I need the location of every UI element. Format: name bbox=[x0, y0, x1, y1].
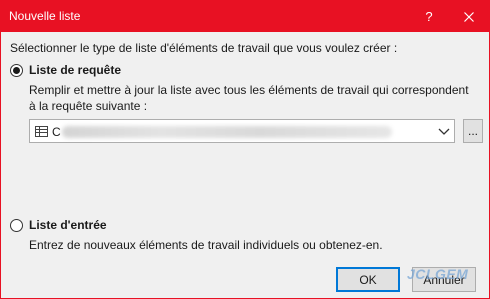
watermark-logo: JCLGEM bbox=[407, 266, 469, 282]
list-icon bbox=[35, 126, 48, 137]
input-list-radio[interactable] bbox=[10, 219, 23, 232]
input-list-label[interactable]: Liste d'entrée bbox=[29, 218, 107, 232]
blurred-query-path bbox=[62, 126, 392, 138]
query-combobox[interactable]: C bbox=[29, 119, 455, 143]
close-icon bbox=[464, 11, 474, 22]
title-bar: Nouvelle liste ? bbox=[1, 1, 489, 32]
query-list-radio[interactable] bbox=[10, 64, 23, 77]
input-list-description: Entrez de nouveaux éléments de travail i… bbox=[29, 238, 383, 252]
query-list-description-line2: à la requête suivante : bbox=[29, 99, 148, 113]
help-button[interactable]: ? bbox=[409, 1, 449, 32]
query-list-description-line1: Remplir et mettre à jour la liste avec t… bbox=[29, 83, 469, 97]
ok-button[interactable]: OK bbox=[336, 267, 400, 292]
new-list-dialog: Nouvelle liste ? Sélectionner le type de… bbox=[0, 0, 490, 299]
help-icon: ? bbox=[425, 9, 433, 24]
instruction-text: Sélectionner le type de liste d'éléments… bbox=[10, 41, 398, 55]
query-list-label[interactable]: Liste de requête bbox=[29, 63, 121, 77]
close-button[interactable] bbox=[449, 1, 489, 32]
browse-query-button[interactable]: ... bbox=[463, 119, 483, 143]
chevron-down-icon[interactable] bbox=[438, 127, 450, 136]
query-combobox-value: C bbox=[52, 125, 61, 139]
window-title: Nouvelle liste bbox=[9, 9, 81, 23]
